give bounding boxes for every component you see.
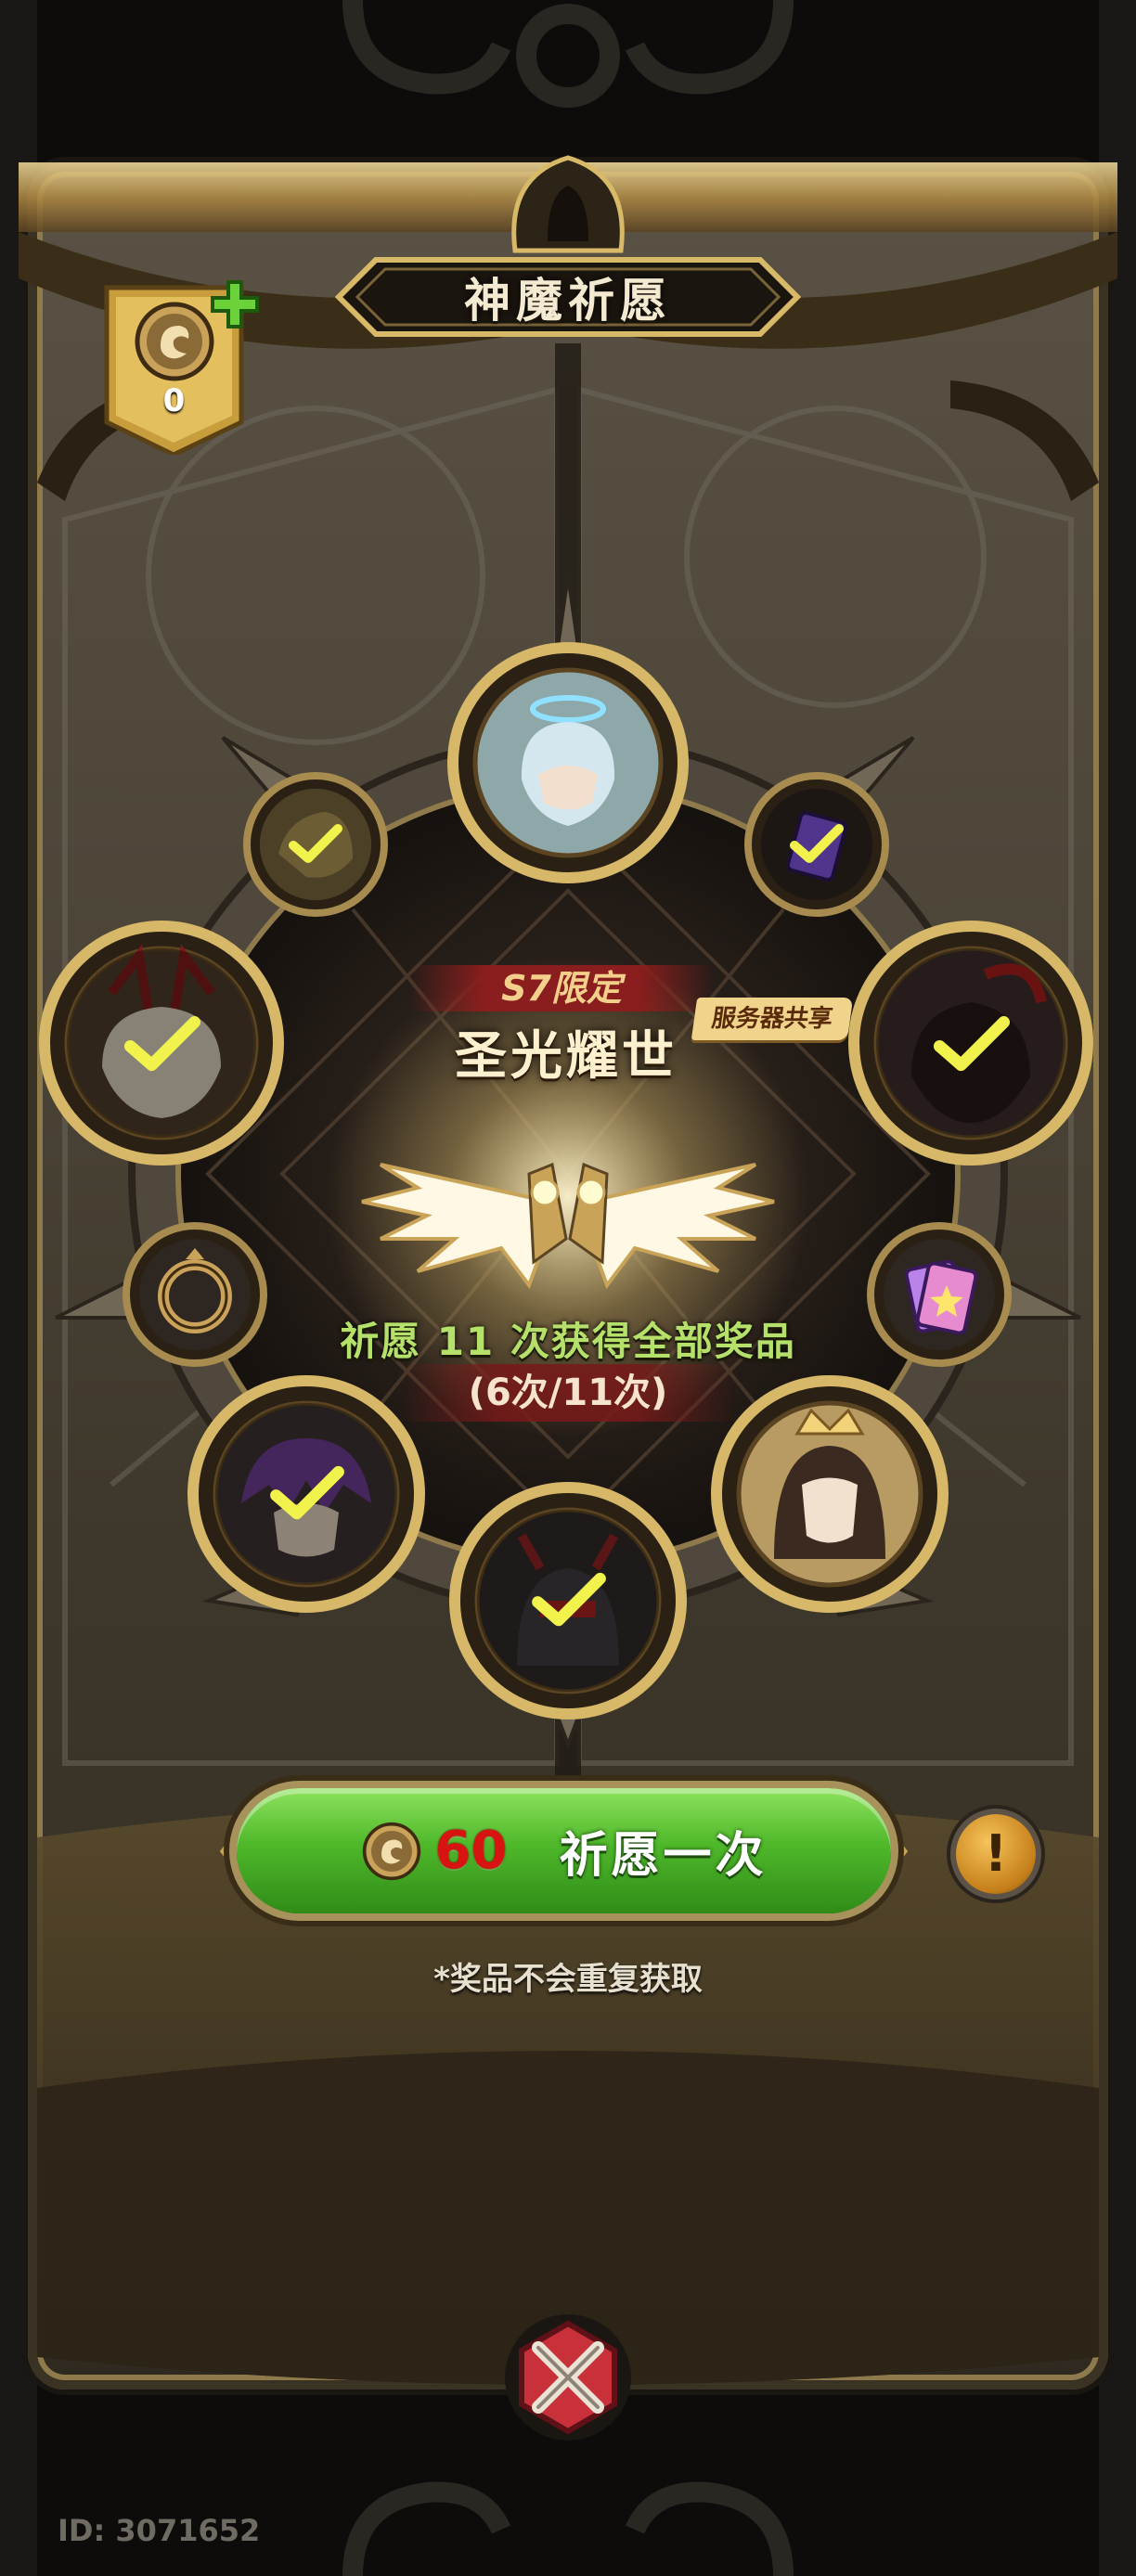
- info-button[interactable]: !: [956, 1814, 1036, 1894]
- currency-widget[interactable]: 0: [97, 280, 259, 455]
- check-icon: [270, 1465, 344, 1520]
- limited-tag: S7限定: [408, 965, 715, 1011]
- progress-count: (6次/11次): [399, 1364, 737, 1422]
- server-shared-badge: 服务器共享: [691, 998, 854, 1040]
- reward-slot-haloed-hero[interactable]: [445, 640, 691, 885]
- reward-slot-dark-demon-claimed[interactable]: [846, 919, 1095, 1167]
- no-duplicate-note: *奖品不会重复获取: [433, 1961, 703, 1998]
- reward-slot-ring[interactable]: [121, 1220, 269, 1369]
- check-icon: [933, 1016, 1011, 1072]
- page-title: 神魔祈愿: [339, 251, 797, 343]
- pray-once-button[interactable]: 60 祈愿一次: [237, 1788, 891, 1913]
- reward-slot-horned-hero-claimed[interactable]: [37, 919, 286, 1167]
- pray-label: 祈愿一次: [559, 1828, 768, 1884]
- close-icon[interactable]: [501, 2311, 635, 2444]
- holy-wings-icon: [361, 1162, 775, 1290]
- soul-coin-icon: [362, 1822, 420, 1880]
- page-title-text: 神魔祈愿: [464, 274, 672, 328]
- progress-summary: 祈愿 11 次获得全部奖品: [340, 1319, 796, 1364]
- reward-slot-golden-crown-hero[interactable]: [709, 1373, 950, 1615]
- plus-icon[interactable]: [209, 278, 261, 330]
- player-id: ID: 3071652: [58, 2513, 261, 2548]
- check-icon: [790, 824, 844, 863]
- check-icon: [289, 824, 342, 863]
- reward-slot-armored-knight-claimed[interactable]: [447, 1480, 689, 1721]
- pray-cost: 60: [434, 1821, 508, 1881]
- check-icon: [123, 1016, 201, 1072]
- soul-coin-icon: [135, 302, 214, 381]
- reward-slot-hero-claimed[interactable]: [241, 770, 390, 919]
- currency-count: 0: [162, 382, 186, 419]
- reward-slot-card-pack[interactable]: [865, 1220, 1013, 1369]
- reward-slot-purple-card-claimed[interactable]: [742, 770, 891, 919]
- banner-name: 圣光耀世: [455, 1026, 678, 1087]
- reward-slot-purple-hair-hero-claimed[interactable]: [186, 1373, 427, 1615]
- check-icon: [532, 1572, 606, 1627]
